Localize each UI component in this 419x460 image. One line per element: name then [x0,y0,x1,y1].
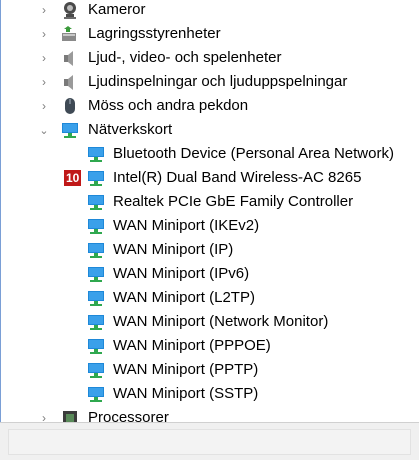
device-item[interactable]: WAN Miniport (IKEv2) [0,214,419,238]
network-adapter-icon [88,291,104,306]
tree-item-label: Ljud-, video- och spelenheter [88,49,282,66]
network-adapter-icon [88,363,104,378]
device-item[interactable]: WAN Miniport (PPPOE) [0,334,419,358]
tree-item-moss-pekdon[interactable]: › Möss och andra pekdon [0,94,419,118]
tree-item-label: Processorer [88,409,169,422]
network-adapter-icon [88,339,104,354]
tree-item-lagringsstyrenheter[interactable]: › Lagringsstyrenheter [0,22,419,46]
tree-item-ljudinspelningar[interactable]: › Ljudinspelningar och ljuduppspelningar [0,70,419,94]
device-label: WAN Miniport (L2TP) [113,289,255,306]
device-label: WAN Miniport (PPPOE) [113,337,271,354]
status-bar [0,422,419,460]
device-item[interactable]: Realtek PCIe GbE Family Controller [0,190,419,214]
device-tree: › Kameror › Lagringsstyrenheter › Ljud-,… [0,0,419,422]
speaker-icon [64,75,73,90]
device-label: Intel(R) Dual Band Wireless-AC 8265 [113,169,362,186]
tree-item-label: Nätverkskort [88,121,173,138]
tree-item-label: Kameror [88,1,146,18]
chevron-right-icon[interactable]: › [39,46,49,70]
device-label: WAN Miniport (IPv6) [113,265,250,282]
device-label: Realtek PCIe GbE Family Controller [113,193,354,210]
tree-item-natverkskort[interactable]: ⌄ Nätverkskort [0,118,419,142]
network-adapter-icon [88,243,104,258]
mouse-icon [65,98,75,114]
speaker-icon [64,51,73,66]
chevron-right-icon[interactable]: › [39,94,49,118]
network-adapter-icon [88,171,104,186]
chevron-right-icon[interactable]: › [39,406,49,422]
chevron-right-icon[interactable]: › [39,22,49,46]
marker-badge: 10 [64,170,82,186]
device-item[interactable]: WAN Miniport (PPTP) [0,358,419,382]
tree-item-label: Möss och andra pekdon [88,97,249,114]
tree-item-label: Ljudinspelningar och ljuduppspelningar [88,73,348,90]
device-label: WAN Miniport (Network Monitor) [113,313,329,330]
camera-icon [64,2,76,19]
chevron-right-icon[interactable]: › [39,0,49,22]
device-item[interactable]: WAN Miniport (SSTP) [0,382,419,406]
network-adapter-icon [88,267,104,282]
device-label: WAN Miniport (SSTP) [113,385,259,402]
device-label: WAN Miniport (IKEv2) [113,217,260,234]
chevron-down-icon[interactable]: ⌄ [39,118,49,142]
device-item[interactable]: WAN Miniport (IPv6) [0,262,419,286]
device-label: WAN Miniport (IP) [113,241,234,258]
device-label: Bluetooth Device (Personal Area Network) [113,145,394,162]
network-adapter-icon [88,147,104,162]
device-item[interactable]: 10 Intel(R) Dual Band Wireless-AC 8265 [0,166,419,190]
status-bar-panel [8,429,411,455]
tree-item-processorer[interactable]: › Processorer [0,406,419,422]
tree-item-ljud-video-spelenheter[interactable]: › Ljud-, video- och spelenheter [0,46,419,70]
tree-item-label: Lagringsstyrenheter [88,25,221,42]
device-item[interactable]: Bluetooth Device (Personal Area Network) [0,142,419,166]
network-adapter-icon [62,123,78,138]
chevron-right-icon[interactable]: › [39,70,49,94]
device-item[interactable]: WAN Miniport (L2TP) [0,286,419,310]
storage-controller-icon [62,26,76,41]
processor-icon [63,411,77,422]
device-label: WAN Miniport (PPTP) [113,361,259,378]
network-adapter-icon [88,219,104,234]
network-adapter-icon [88,195,104,210]
network-adapter-icon [88,315,104,330]
device-item[interactable]: WAN Miniport (IP) [0,238,419,262]
tree-item-kameror[interactable]: › Kameror [0,0,419,22]
network-adapter-icon [88,387,104,402]
device-item[interactable]: WAN Miniport (Network Monitor) [0,310,419,334]
